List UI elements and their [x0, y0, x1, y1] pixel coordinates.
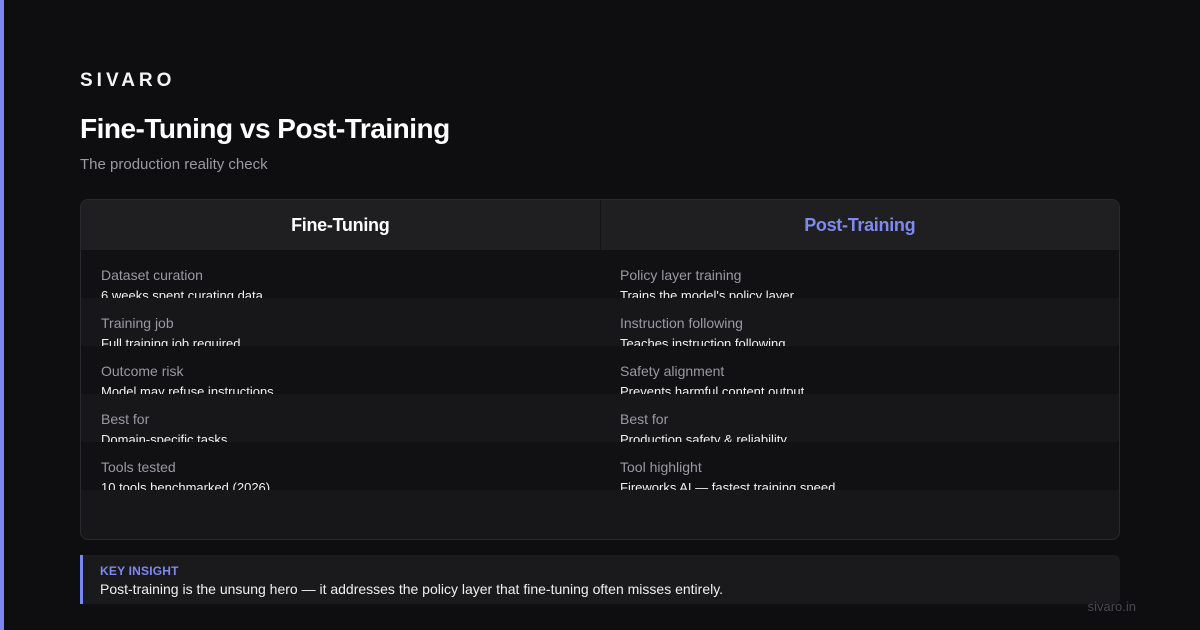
page-title: Fine-Tuning vs Post-Training: [80, 113, 450, 144]
table-row: Best for Domain-specific tasks Best for …: [81, 394, 1119, 442]
row-value: 10 tools benchmarked (2026): [101, 480, 271, 490]
cell-post-training: Best for Production safety & reliability: [600, 394, 1119, 442]
row-value: Full training job required: [101, 336, 241, 346]
table-row: Dataset curation 6 weeks spent curating …: [81, 250, 1119, 298]
cell-fine-tuning: Training job Full training job required: [81, 298, 600, 346]
cell-post-training: Policy layer training Trains the model's…: [600, 250, 1119, 298]
row-value: Domain-specific tasks: [101, 432, 228, 442]
cell-fine-tuning: Best for Domain-specific tasks: [81, 394, 600, 442]
row-label: Safety alignment: [620, 363, 725, 379]
table-row: Outcome risk Model may refuse instructio…: [81, 346, 1119, 394]
row-label: Best for: [620, 411, 669, 427]
table-row: Tools tested 10 tools benchmarked (2026)…: [81, 442, 1119, 490]
row-label: Policy layer training: [620, 267, 742, 283]
header-fine-tuning: Fine-Tuning: [81, 200, 601, 250]
header-post-training: Post-Training: [600, 200, 1119, 250]
brand-logo: SIVARO: [80, 70, 176, 91]
row-label: Tool highlight: [620, 459, 702, 475]
cell-fine-tuning: Tools tested 10 tools benchmarked (2026): [81, 442, 600, 490]
row-value: 6 weeks spent curating data: [101, 288, 263, 298]
row-value: Model may refuse instructions: [101, 384, 274, 394]
row-value: Production safety & reliability: [620, 432, 787, 442]
row-value: Fireworks AI — fastest training speed: [620, 480, 836, 490]
table-row: Training job Full training job required …: [81, 298, 1119, 346]
accent-bar: [0, 0, 4, 630]
row-label: Outcome risk: [101, 363, 184, 379]
insight-label: KEY INSIGHT: [100, 564, 179, 578]
row-label: Tools tested: [101, 459, 176, 475]
table-body: Dataset curation 6 weeks spent curating …: [81, 250, 1119, 490]
cell-post-training: Instruction following Teaches instructio…: [600, 298, 1119, 346]
cell-post-training: Safety alignment Prevents harmful conten…: [600, 346, 1119, 394]
row-value: Trains the model's policy layer: [620, 288, 794, 298]
page-subtitle: The production reality check: [80, 156, 268, 173]
row-label: Dataset curation: [101, 267, 203, 283]
row-value: Prevents harmful content output: [620, 384, 805, 394]
table-header: Fine-Tuning Post-Training: [81, 200, 1119, 250]
comparison-table: Fine-Tuning Post-Training Dataset curati…: [80, 199, 1120, 540]
row-label: Training job: [101, 315, 174, 331]
insight-text: Post-training is the unsung hero — it ad…: [100, 581, 724, 597]
row-label: Best for: [101, 411, 150, 427]
footer-domain: sivaro.in: [1087, 599, 1136, 614]
key-insight-callout: KEY INSIGHT Post-training is the unsung …: [80, 555, 1120, 604]
cell-fine-tuning: Outcome risk Model may refuse instructio…: [81, 346, 600, 394]
row-value: Teaches instruction following: [620, 336, 786, 346]
row-label: Instruction following: [620, 315, 743, 331]
cell-fine-tuning: Dataset curation 6 weeks spent curating …: [81, 250, 600, 298]
cell-post-training: Tool highlight Fireworks AI — fastest tr…: [600, 442, 1119, 490]
